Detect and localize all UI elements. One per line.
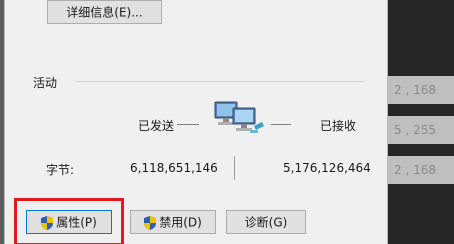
background-text: 2 , 168 — [388, 76, 454, 104]
diagnose-button[interactable]: 诊断(G) — [226, 210, 306, 234]
shield-icon — [144, 215, 157, 230]
background-right: 2 , 168 5 , 255 2 , 168 — [388, 0, 454, 244]
bytes-sent-value: 6,118,651,146 — [130, 161, 218, 175]
background-text: 5 , 255 — [388, 116, 454, 144]
received-label: 已接收 — [320, 119, 357, 133]
bytes-label: 字节: — [46, 163, 75, 177]
details-button[interactable]: 详细信息(E)... — [47, 0, 162, 24]
highlight-box — [14, 198, 124, 244]
background-text: 2 , 168 — [388, 156, 454, 184]
disable-button[interactable]: 禁用(D) — [130, 210, 216, 234]
network-connection-icon — [214, 101, 264, 133]
bytes-received-value: 5,176,126,464 — [283, 161, 371, 175]
received-dash — [271, 124, 291, 125]
disable-button-label: 禁用(D) — [159, 215, 202, 230]
sent-label: 已发送 — [138, 119, 175, 133]
section-divider — [76, 81, 364, 82]
bytes-divider — [234, 156, 235, 180]
activity-section-title: 活动 — [33, 76, 58, 90]
details-button-label: 详细信息(E)... — [66, 5, 143, 20]
sent-dash — [177, 124, 199, 125]
diagnose-button-label: 诊断(G) — [244, 215, 288, 230]
